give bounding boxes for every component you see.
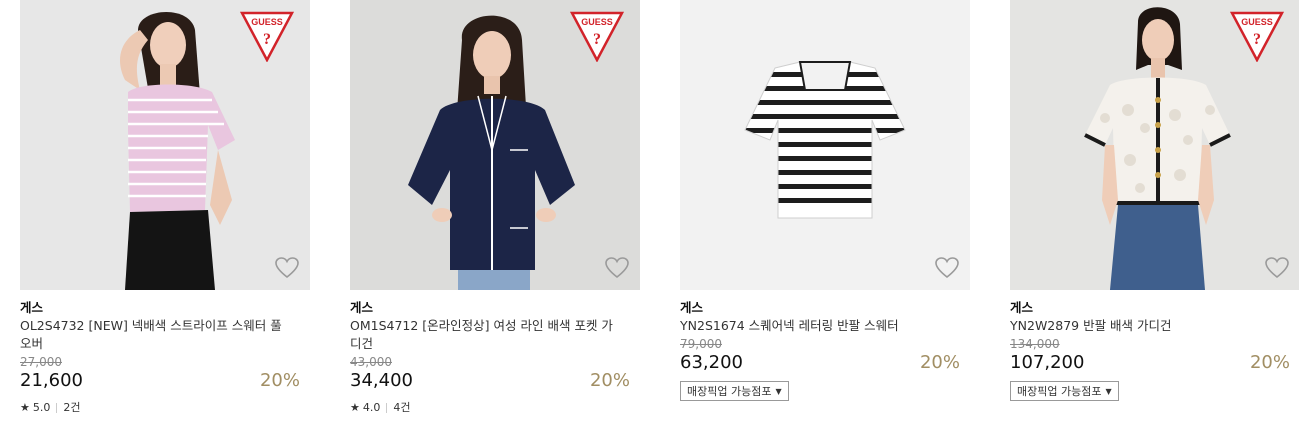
product-card[interactable]: GUESS ? 게스 YN2W2879 반팔 배색 가디건 134,000 10…	[1010, 0, 1299, 401]
product-brand: 게스	[350, 300, 374, 315]
divider	[56, 403, 58, 413]
product-brand: 게스	[1010, 300, 1034, 315]
svg-text:GUESS: GUESS	[581, 17, 613, 27]
discount-rate: 20%	[259, 370, 300, 391]
product-image[interactable]: GUESS ?	[1010, 0, 1299, 290]
price-row: 21,600 20%	[20, 369, 310, 393]
divider	[386, 403, 388, 413]
caret-down-icon: ▼	[1105, 386, 1112, 396]
product-name[interactable]: OM1S4712 [온라인정상] 여성 라인 배색 포켓 가디건	[350, 317, 620, 353]
product-image[interactable]: GUESS ?	[350, 0, 640, 290]
product-card[interactable]: GUESS ? 게스 OM1S4712 [온라인정상] 여성 라인 배색 포켓 …	[350, 0, 640, 415]
original-price: 134,000	[1010, 337, 1060, 351]
store-pickup-dropdown[interactable]: 매장픽업 가능점포 ▼	[680, 381, 789, 401]
discount-rate: 20%	[589, 370, 630, 391]
store-pickup-dropdown[interactable]: 매장픽업 가능점포 ▼	[1010, 381, 1119, 401]
review-count: 4건	[393, 401, 411, 414]
product-name[interactable]: YN2S1674 스퀘어넥 레터링 반팔 스웨터	[680, 317, 950, 335]
sale-price: 21,600	[20, 370, 83, 391]
original-price: 27,000	[20, 355, 62, 369]
original-price: 79,000	[680, 337, 722, 351]
sale-price: 107,200	[1010, 352, 1085, 373]
caret-down-icon: ▼	[775, 386, 782, 396]
garment-photo	[680, 0, 970, 290]
guess-logo-icon: GUESS ?	[240, 11, 294, 62]
rating-summary: ★ 5.0 2건	[20, 401, 310, 415]
heart-outline-icon[interactable]	[934, 256, 960, 280]
product-brand: 게스	[20, 300, 44, 315]
rating-score: 5.0	[32, 401, 51, 414]
store-pickup-label: 매장픽업 가능점포	[687, 385, 772, 398]
product-name[interactable]: YN2W2879 반팔 배색 가디건	[1010, 317, 1280, 335]
store-pickup-label: 매장픽업 가능점포	[1017, 385, 1102, 398]
star-icon: ★	[20, 401, 30, 414]
product-image[interactable]: GUESS ?	[20, 0, 310, 290]
discount-rate: 20%	[1249, 352, 1290, 373]
svg-text:?: ?	[263, 31, 271, 48]
product-brand: 게스	[680, 300, 704, 315]
heart-outline-icon[interactable]	[604, 256, 630, 280]
product-card[interactable]: GUESS ? 게스 OL2S4732 [NEW] 넥배색 스트라이프 스웨터 …	[20, 0, 310, 415]
review-count: 2건	[63, 401, 81, 414]
product-grid: GUESS ? 게스 OL2S4732 [NEW] 넥배색 스트라이프 스웨터 …	[0, 0, 1299, 435]
product-image[interactable]	[680, 0, 970, 290]
product-name[interactable]: OL2S4732 [NEW] 넥배색 스트라이프 스웨터 풀오버	[20, 317, 290, 353]
sale-price: 34,400	[350, 370, 413, 391]
price-row: 34,400 20%	[350, 369, 640, 393]
sale-price: 63,200	[680, 352, 743, 373]
svg-text:GUESS: GUESS	[1241, 17, 1273, 27]
product-card[interactable]: 게스 YN2S1674 스퀘어넥 레터링 반팔 스웨터 79,000 63,20…	[680, 0, 970, 401]
guess-logo-icon: GUESS ?	[570, 11, 624, 62]
heart-outline-icon[interactable]	[274, 256, 300, 280]
svg-text:GUESS: GUESS	[251, 17, 283, 27]
price-row: 63,200 20%	[680, 351, 970, 375]
star-icon: ★	[350, 401, 360, 414]
rating-score: 4.0	[362, 401, 381, 414]
original-price: 43,000	[350, 355, 392, 369]
heart-outline-icon[interactable]	[1264, 256, 1290, 280]
guess-logo-icon: GUESS ?	[1230, 11, 1284, 62]
price-row: 107,200 20%	[1010, 351, 1299, 375]
svg-text:?: ?	[593, 31, 601, 48]
discount-rate: 20%	[919, 352, 960, 373]
svg-text:?: ?	[1253, 31, 1261, 48]
rating-summary: ★ 4.0 4건	[350, 401, 640, 415]
